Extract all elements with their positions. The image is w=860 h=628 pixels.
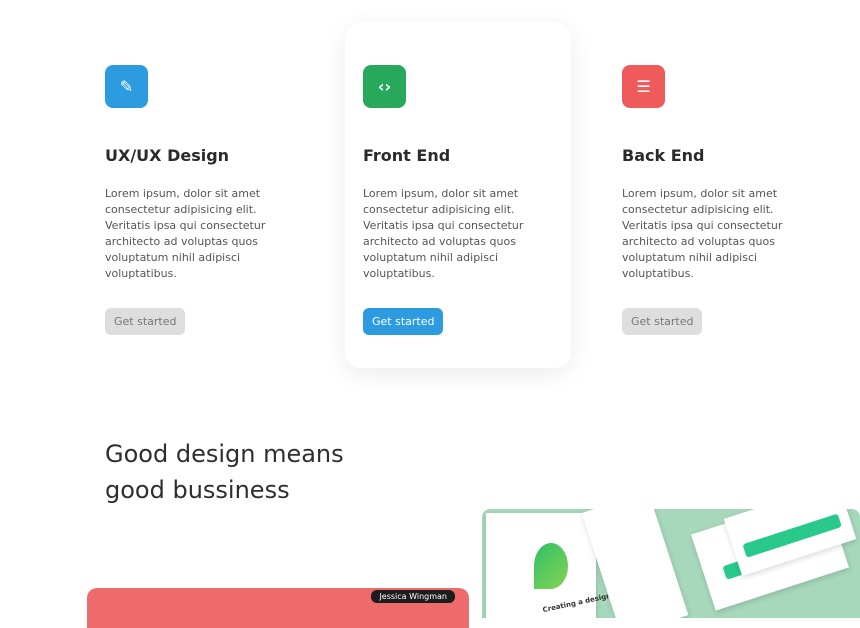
card-title: UX/UX Design	[105, 146, 230, 165]
headline-line-2: good bussiness	[105, 476, 290, 504]
leaf-illustration	[534, 543, 568, 589]
user-tag: Jessica Wingman	[371, 590, 455, 603]
card-description: Lorem ipsum, dolor sit amet consectetur …	[105, 187, 266, 280]
headline-line-1: Good design means	[105, 440, 344, 468]
service-card-front-end: ‹› Front End Lorem ipsum, dolor sit amet…	[345, 22, 571, 368]
service-card-ux: ✎ UX/UX Design Lorem ipsum, dolor sit am…	[87, 22, 313, 368]
get-started-button[interactable]: Get started	[622, 308, 703, 335]
section-headline: Good design means good bussiness	[105, 436, 344, 508]
service-card-back-end: ☰ Back End Lorem ipsum, dolor sit amet c…	[604, 22, 830, 368]
gallery-image-right[interactable]: Creating a design	[482, 509, 860, 618]
gallery-image-left[interactable]: Jessica Wingman	[87, 588, 469, 628]
mock-heading: Creating a design	[541, 591, 612, 615]
pencil-icon: ✎	[105, 65, 148, 108]
get-started-button[interactable]: Get started	[105, 308, 186, 335]
get-started-button[interactable]: Get started	[363, 308, 444, 335]
card-description: Lorem ipsum, dolor sit amet consectetur …	[622, 187, 783, 280]
card-title: Back End	[622, 146, 705, 165]
code-icon: ‹›	[363, 65, 406, 108]
list-icon: ☰	[622, 65, 665, 108]
card-title: Front End	[363, 146, 451, 165]
card-description: Lorem ipsum, dolor sit amet consectetur …	[363, 187, 524, 280]
mock-sheet-main: Creating a design	[486, 513, 612, 618]
